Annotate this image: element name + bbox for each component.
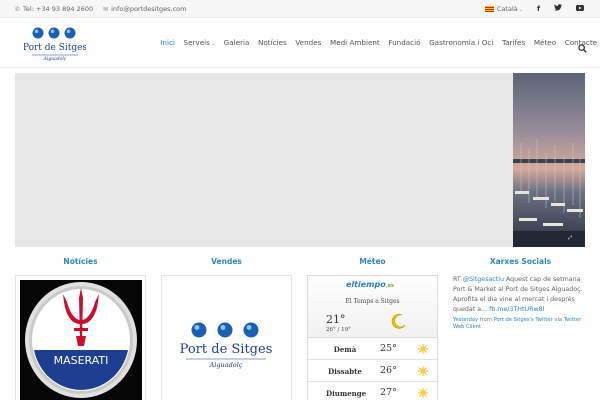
catalan-flag-icon <box>484 5 494 12</box>
logo-text: Port de Sitges <box>24 43 86 53</box>
twitter-feed: RT @Sitgesactiu Aquest cap de setmana Po… <box>453 275 588 331</box>
nav-item-label: Gastronomia i Oci <box>429 38 494 47</box>
nav-item-tarifes[interactable]: Tarifes <box>498 38 530 47</box>
sun-icon <box>418 344 428 354</box>
expand-icon[interactable]: ⤢ <box>568 235 572 241</box>
nav-item-label: Fundació <box>388 38 421 47</box>
tweet-source-link[interactable]: Port de Sitges's Twitter <box>494 317 553 323</box>
forecast-day: Dissabte <box>328 367 362 376</box>
weather-title: El Temps a Sitges <box>345 298 400 305</box>
forecast-temp: 25° <box>380 343 397 354</box>
eltiempo-logo[interactable]: eltiempo.es <box>346 280 394 289</box>
temperature-range: 26° / 19° <box>326 327 351 333</box>
nav-item-galeria[interactable]: Galeria <box>219 38 253 47</box>
nav-item-not-cies[interactable]: Notícies <box>254 38 291 47</box>
current-temperature: 21° <box>326 313 346 326</box>
moon-icon <box>391 314 406 329</box>
sun-icon <box>418 366 428 376</box>
forecast-row: Dissabte 26° <box>308 360 437 382</box>
nav-item-label: Medi Ambient <box>330 38 380 47</box>
nav-item-inici[interactable]: Inici <box>156 38 179 47</box>
logo-subtext: Aiguadolç <box>43 56 67 62</box>
nav-item-label: Galeria <box>223 38 250 47</box>
marina-sunset-image: ⤢ <box>513 73 585 247</box>
tweet-url-link[interactable]: fb.me/3THtURw8l <box>489 306 544 313</box>
nav-item-gastronomia-i-oci[interactable]: Gastronomia i Oci <box>425 38 498 47</box>
tweet-meta-from: from <box>478 317 494 323</box>
youtube-icon[interactable] <box>576 4 584 13</box>
tweet-prefix: RT <box>453 276 463 283</box>
heading-meteo: Méteo <box>359 257 386 266</box>
vendes-logo-subtext: Aiguadolç <box>209 361 243 369</box>
sun-icon <box>418 388 428 398</box>
phone-text: Tel: +34 93 894 2600 <box>23 5 94 13</box>
vendes-logo-image: Port de Sitges Aiguadolç <box>180 322 273 369</box>
forecast-temp: 26° <box>380 365 397 376</box>
contact-info: ✆ Tel: +34 93 894 2600 ✉ info@portdesitges… <box>15 5 186 13</box>
site-header: Port de Sitges Aiguadolç Inici Serveis⌄ Ga… <box>0 18 600 68</box>
forecast-day: Demà <box>333 345 357 354</box>
forecast-row: Diumenge 27° <box>308 382 437 400</box>
weather-provider-tld: .es <box>385 283 394 289</box>
nav-item-vendes[interactable]: Vendes <box>291 38 326 47</box>
facebook-icon[interactable]: f <box>537 5 540 13</box>
chevron-down-icon: ⌄ <box>210 41 216 47</box>
nav-item-label: Méteo <box>533 38 557 47</box>
heading-xarxes-socials: Xarxes Socials <box>489 257 552 266</box>
search-icon[interactable] <box>578 38 587 53</box>
heading-vendes: Vendes <box>211 257 242 266</box>
phone-icon: ✆ <box>15 6 21 13</box>
email-contact[interactable]: ✉ info@portdesitges.com <box>103 5 186 13</box>
language-selector[interactable]: Català⌄ <box>484 4 523 13</box>
heading-noticies: Notícies <box>63 257 98 266</box>
top-bar: ✆ Tel: +34 93 894 2600 ✉ info@portdesitges… <box>0 0 600 18</box>
maserati-logo-image: MASERATI <box>20 280 142 400</box>
main-nav: Inici Serveis⌄ Galeria Notícies Vendes Medi A… <box>156 38 600 47</box>
tweet-meta-via: via <box>552 317 564 323</box>
weather-provider: eltiempo <box>346 280 386 289</box>
tweet-time-link[interactable]: Yesterday <box>453 317 478 323</box>
phone-contact[interactable]: ✆ Tel: +34 93 894 2600 <box>15 5 93 13</box>
chevron-down-icon: ⌄ <box>518 6 523 13</box>
envelope-icon: ✉ <box>103 6 109 13</box>
tweet-mention-link[interactable]: @Sitgesactiu <box>463 276 504 283</box>
nav-item-label: Vendes <box>295 38 322 47</box>
vendes-logo-text: Port de Sitges <box>180 342 273 357</box>
news-card[interactable]: MASERATI <box>15 275 146 400</box>
nav-item-label: Serveis <box>183 38 210 47</box>
nav-item-m-teo[interactable]: Méteo <box>530 38 561 47</box>
nav-item-label: Inici <box>160 38 175 47</box>
nav-item-serveis[interactable]: Serveis⌄ <box>179 38 219 47</box>
nav-item-fundaci-[interactable]: Fundació <box>384 38 425 47</box>
forecast-day: Diumenge <box>326 389 367 398</box>
forecast-temp: 27° <box>380 387 397 398</box>
site-logo[interactable]: Port de Sitges Aiguadolç <box>23 26 87 62</box>
weather-widget[interactable]: eltiempo.es El Temps a Sitges 21° 26° / … <box>307 275 438 400</box>
nav-item-label: Notícies <box>258 38 287 47</box>
news-image-brand: MASERATI <box>54 354 109 367</box>
email-text: info@portdesitges.com <box>111 5 187 13</box>
nav-item-medi-ambient[interactable]: Medi Ambient <box>326 38 384 47</box>
nav-item-label: Tarifes <box>501 38 526 47</box>
forecast-list: Demà 25° Dissabte 26° Diumenge 27° <box>308 338 437 400</box>
hero-slider[interactable]: ⤢ <box>15 73 585 247</box>
language-label: Català <box>496 4 518 13</box>
tweet: RT @Sitgesactiu Aquest cap de setmana Po… <box>453 275 588 315</box>
forecast-row: Demà 25° <box>308 338 437 360</box>
twitter-icon[interactable] <box>554 4 562 13</box>
vendes-card[interactable]: Port de Sitges Aiguadolç <box>161 275 292 400</box>
tweet-meta: Yesterday from Port de Sitges's Twitter … <box>453 317 588 331</box>
